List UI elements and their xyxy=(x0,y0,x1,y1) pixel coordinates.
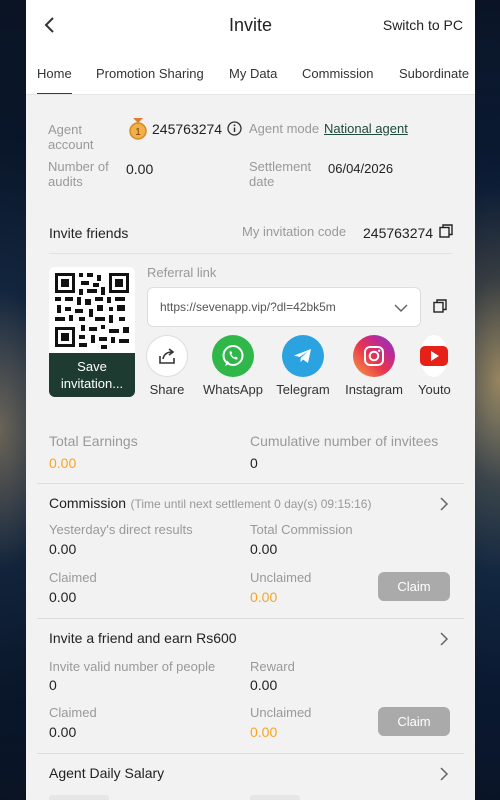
tab-subordinate[interactable]: Subordinate xyxy=(399,50,469,94)
youtube-button[interactable]: Youto xyxy=(414,335,464,397)
total-earnings-value: 0.00 xyxy=(49,455,77,471)
invite-claimed-label: Claimed xyxy=(49,705,97,720)
total-commission-label: Total Commission xyxy=(250,522,353,537)
info-icon[interactable] xyxy=(227,121,242,136)
youtube-icon xyxy=(420,335,448,377)
agent-account-value: 245763274 xyxy=(152,121,223,137)
telegram-button[interactable]: Telegram xyxy=(273,335,333,397)
top-header: Invite Switch to PC xyxy=(26,0,475,50)
invite-earn-divider xyxy=(37,753,464,754)
instagram-icon xyxy=(353,335,395,377)
chevron-right-icon[interactable] xyxy=(437,767,451,781)
commission-claim-button[interactable]: Claim xyxy=(378,572,450,601)
app-screen: Invite Switch to PC Home Promotion Shari… xyxy=(26,0,475,800)
share-icon xyxy=(146,335,188,377)
tab-my-data[interactable]: My Data xyxy=(229,50,277,94)
earnings-card: Total Earnings 0.00 Cumulative number of… xyxy=(37,421,464,800)
copy-link-icon[interactable] xyxy=(433,299,447,313)
referral-link-field[interactable]: https://sevenapp.vip/?dl=42bk5m xyxy=(147,287,421,327)
whatsapp-label: WhatsApp xyxy=(203,382,263,397)
share-label: Share xyxy=(149,382,185,397)
instagram-label: Instagram xyxy=(345,382,403,397)
invite-claim-button[interactable]: Claim xyxy=(378,707,450,736)
commission-claimed-label: Claimed xyxy=(49,570,97,585)
tab-promotion-sharing[interactable]: Promotion Sharing xyxy=(96,50,204,94)
invite-unclaimed-label: Unclaimed xyxy=(250,705,312,720)
invite-unclaimed-value: 0.00 xyxy=(250,724,278,740)
copy-code-icon[interactable] xyxy=(439,224,453,238)
chevron-left-icon xyxy=(44,17,54,33)
telegram-icon xyxy=(282,335,324,377)
agent-mode-label: Agent mode xyxy=(249,121,320,136)
salary-row-placeholder xyxy=(49,795,109,800)
invite-friends-card: Invite friends My invitation code 245763… xyxy=(37,211,464,409)
whatsapp-button[interactable]: WhatsApp xyxy=(201,335,265,397)
salary-row-placeholder xyxy=(250,795,300,800)
number-of-audits-label: Number of audits xyxy=(48,159,109,189)
agent-account-label: Agent account xyxy=(48,122,94,152)
invitation-code-label: My invitation code xyxy=(242,224,347,239)
page-title: Invite xyxy=(228,14,273,35)
reward-label: Reward xyxy=(250,659,295,674)
tab-bar: Home Promotion Sharing My Data Commissio… xyxy=(26,50,475,95)
commission-title: Commission xyxy=(49,495,127,511)
tab-commission[interactable]: Commission xyxy=(302,50,374,94)
invite-divider xyxy=(49,253,452,254)
save-invitation-button[interactable]: Save invitation... xyxy=(49,353,135,397)
yesterday-results-label: Yesterday's direct results xyxy=(49,522,193,537)
share-button[interactable]: Share xyxy=(137,335,197,397)
earnings-divider xyxy=(37,483,464,484)
commission-header[interactable]: Commission (Time until next settlement 0… xyxy=(49,495,371,513)
referral-link-value: https://sevenapp.vip/?dl=42bk5m xyxy=(160,300,336,314)
back-button[interactable] xyxy=(36,12,62,38)
cumulative-invitees-label: Cumulative number of invitees xyxy=(250,433,439,449)
commission-claimed-value: 0.00 xyxy=(49,589,77,605)
tab-home[interactable]: Home xyxy=(37,50,72,94)
commission-unclaimed-value: 0.00 xyxy=(250,589,278,605)
youtube-label: Youto xyxy=(418,382,451,397)
chevron-down-icon[interactable] xyxy=(394,303,408,313)
total-earnings-label: Total Earnings xyxy=(49,433,138,449)
invite-earn-title[interactable]: Invite a friend and earn Rs600 xyxy=(49,630,237,646)
reward-value: 0.00 xyxy=(250,677,278,693)
chevron-right-icon[interactable] xyxy=(437,632,451,646)
invite-claimed-value: 0.00 xyxy=(49,724,77,740)
rank-badge-icon: 1 xyxy=(129,118,147,140)
commission-settlement-note: (Time until next settlement 0 day(s) 09:… xyxy=(130,497,372,511)
valid-invites-value: 0 xyxy=(49,677,57,693)
svg-text:1: 1 xyxy=(135,127,141,138)
agent-daily-salary-title[interactable]: Agent Daily Salary xyxy=(49,765,164,781)
agent-mode-value[interactable]: National agent xyxy=(324,121,408,136)
yesterday-results-value: 0.00 xyxy=(49,541,77,557)
telegram-label: Telegram xyxy=(276,382,330,397)
total-commission-value: 0.00 xyxy=(250,541,278,557)
number-of-audits-value: 0.00 xyxy=(126,161,154,177)
agent-info-card: Agent account 1 245763274 Agent mode Nat… xyxy=(37,107,464,199)
invite-friends-title: Invite friends xyxy=(49,225,129,241)
qr-code-box: Save invitation... xyxy=(49,267,135,397)
commission-divider xyxy=(37,618,464,619)
whatsapp-icon xyxy=(212,335,254,377)
referral-link-label: Referral link xyxy=(147,265,217,280)
qr-code-image xyxy=(49,267,135,353)
invitation-code-value: 245763274 xyxy=(363,225,434,241)
settlement-date-label: Settlement date xyxy=(249,159,312,189)
valid-invites-label: Invite valid number of people xyxy=(49,659,216,674)
cumulative-invitees-value: 0 xyxy=(250,455,258,471)
chevron-right-icon[interactable] xyxy=(437,497,451,511)
switch-to-pc-link[interactable]: Switch to PC xyxy=(383,17,463,33)
settlement-date-value: 06/04/2026 xyxy=(328,161,394,176)
instagram-button[interactable]: Instagram xyxy=(341,335,407,397)
commission-unclaimed-label: Unclaimed xyxy=(250,570,312,585)
